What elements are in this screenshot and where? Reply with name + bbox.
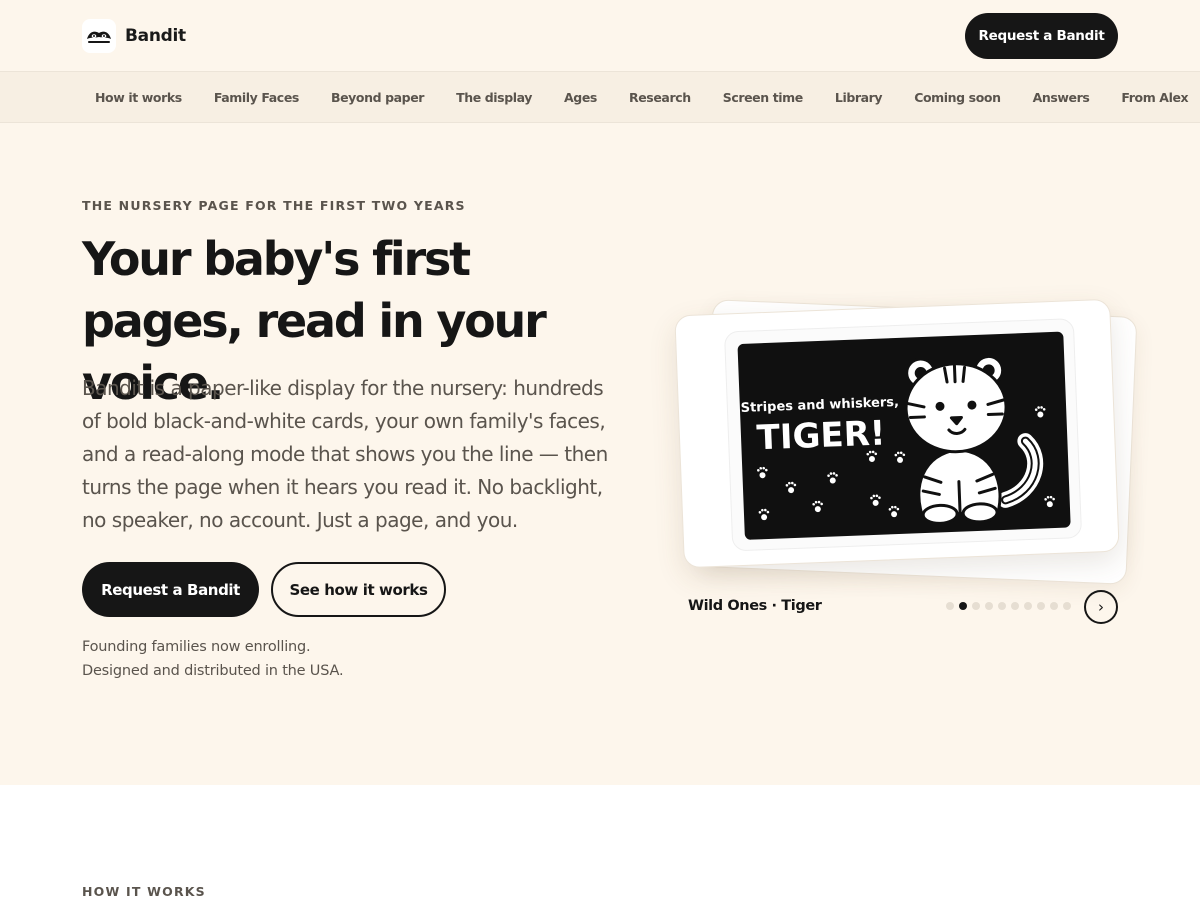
nav-item-the-display[interactable]: The display [456, 90, 532, 105]
carousel-dots [946, 602, 1071, 610]
carousel-dot[interactable] [972, 602, 980, 610]
carousel-next-button[interactable]: › [1084, 590, 1118, 624]
carousel-dot[interactable] [1037, 602, 1045, 610]
device-screen: Stripes and whiskers, TIGER! [737, 331, 1071, 540]
brand-name: Bandit [125, 26, 186, 46]
nav-item-library[interactable]: Library [835, 90, 883, 105]
section-nav: How it works Family Faces Beyond paper T… [0, 72, 1200, 123]
nav-item-screen-time[interactable]: Screen time [723, 90, 804, 105]
device-frame: Stripes and whiskers, TIGER! [723, 318, 1083, 552]
see-how-it-works-button[interactable]: See how it works [271, 562, 446, 617]
carousel-dot[interactable] [1024, 602, 1032, 610]
section-nav-list: How it works Family Faces Beyond paper T… [95, 72, 1200, 122]
nav-item-how-it-works[interactable]: How it works [95, 90, 182, 105]
tiger-illustration [904, 354, 1044, 525]
carousel-caption: Wild Ones · Tiger [688, 598, 822, 614]
nav-item-ages[interactable]: Ages [564, 90, 597, 105]
origin-note: Designed and distributed in the USA. [82, 663, 344, 679]
carousel-dot[interactable] [998, 602, 1006, 610]
raccoon-mask-icon [82, 19, 116, 53]
nav-item-beyond-paper[interactable]: Beyond paper [331, 90, 425, 105]
top-bar: Bandit Request a Bandit [0, 0, 1200, 72]
nav-item-coming-soon[interactable]: Coming soon [914, 90, 1001, 105]
hero-intro: Bandit is a paper-like display for the n… [82, 376, 608, 532]
carousel-dot[interactable] [959, 602, 967, 610]
card-line-2: TIGER! [756, 413, 886, 458]
carousel-dot[interactable] [946, 602, 954, 610]
brand-logo-link[interactable]: Bandit [82, 19, 186, 53]
hero-section: THE NURSERY PAGE FOR THE FIRST TWO YEARS… [0, 123, 1200, 785]
nav-item-answers[interactable]: Answers [1033, 90, 1090, 105]
carousel-dot[interactable] [985, 602, 993, 610]
card-stack-front: Stripes and whiskers, TIGER! [674, 298, 1120, 569]
how-it-works-eyebrow: HOW IT WORKS [82, 884, 206, 899]
enrollment-note: Founding families now enrolling. [82, 639, 311, 655]
request-bandit-button[interactable]: Request a Bandit [82, 562, 259, 617]
nav-item-family-faces[interactable]: Family Faces [214, 90, 300, 105]
carousel-dot[interactable] [1063, 602, 1071, 610]
request-bandit-header-button[interactable]: Request a Bandit [965, 13, 1118, 59]
nav-item-research[interactable]: Research [629, 90, 691, 105]
carousel-dot[interactable] [1050, 602, 1058, 610]
hero-eyebrow: THE NURSERY PAGE FOR THE FIRST TWO YEARS [82, 198, 466, 213]
nav-item-from-alex[interactable]: From Alex [1121, 90, 1188, 105]
carousel-dot[interactable] [1011, 602, 1019, 610]
card-artwork: Stripes and whiskers, TIGER! [740, 354, 1055, 525]
